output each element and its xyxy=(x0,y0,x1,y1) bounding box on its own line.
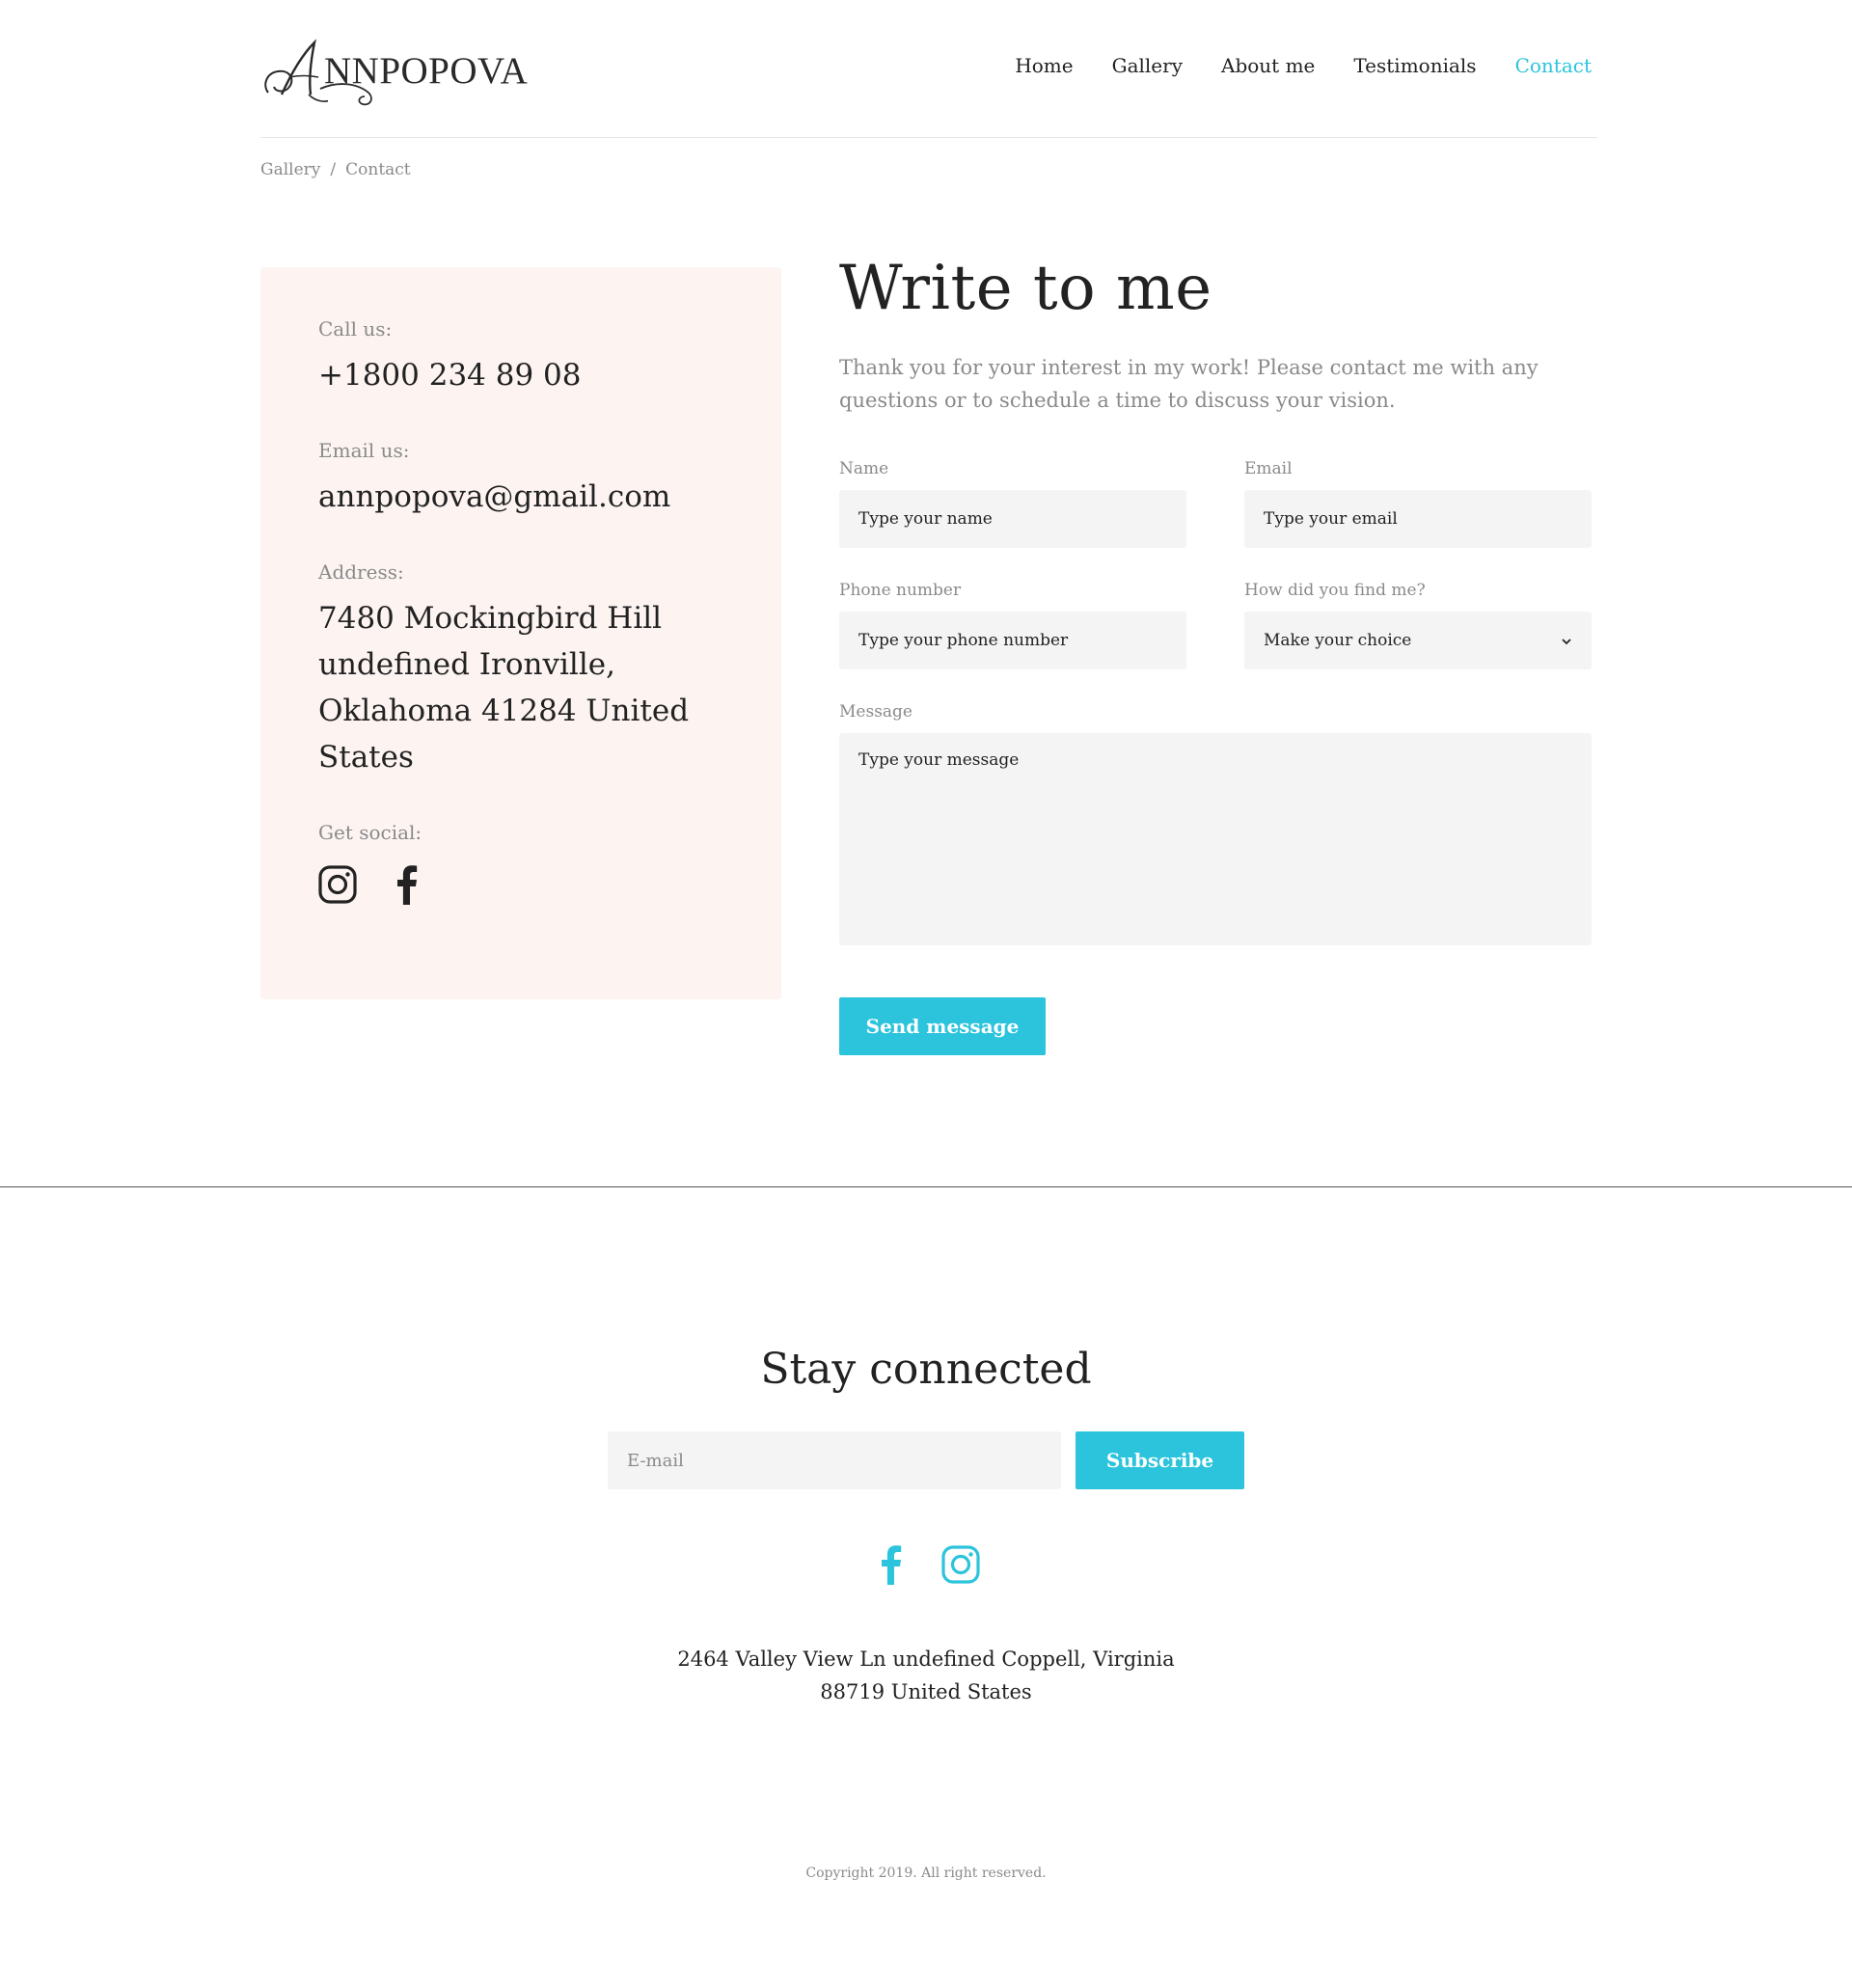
instagram-icon[interactable] xyxy=(318,863,357,906)
name-input[interactable] xyxy=(839,490,1186,548)
footer-social-links xyxy=(0,1543,1852,1586)
instagram-icon[interactable] xyxy=(940,1543,981,1586)
address-block: Address: 7480 Mockingbird Hill undefined… xyxy=(318,560,781,780)
nav-testimonials[interactable]: Testimonials xyxy=(1353,54,1476,77)
card-social-links xyxy=(318,863,781,906)
newsletter-email-input[interactable] xyxy=(608,1431,1061,1489)
phone-field-group: Phone number xyxy=(839,581,1186,669)
contact-form-section: Write to me Thank you for your interest … xyxy=(839,253,1592,1055)
newsletter-form: Subscribe xyxy=(608,1431,1244,1489)
send-message-button[interactable]: Send message xyxy=(839,997,1046,1055)
logo-flourish-icon xyxy=(319,83,372,106)
site-logo[interactable]: NNPOPOVA xyxy=(260,35,528,112)
message-field-group: Message xyxy=(839,702,1592,949)
nav-gallery[interactable]: Gallery xyxy=(1112,54,1183,77)
source-label: How did you find me? xyxy=(1244,581,1426,600)
phone-value[interactable]: +1800 234 89 08 xyxy=(318,352,781,398)
message-label: Message xyxy=(839,702,912,722)
address-value: 7480 Mockingbird Hill undefined Ironvill… xyxy=(318,601,690,775)
phone-label: Call us: xyxy=(318,317,393,340)
footer-address-line1: 2464 Valley View Ln undefined Coppell, V… xyxy=(677,1648,1175,1671)
address-label: Address: xyxy=(318,560,404,584)
source-select-value: Make your choice xyxy=(1264,631,1412,650)
social-block: Get social: xyxy=(318,821,781,906)
form-title: Write to me xyxy=(839,253,1212,324)
nav-contact[interactable]: Contact xyxy=(1515,54,1592,77)
phone-block: Call us: +1800 234 89 08 xyxy=(318,317,781,398)
contact-form: Name Email Phone number How did you find… xyxy=(839,459,1592,949)
nav-about-me[interactable]: About me xyxy=(1221,54,1315,77)
stay-connected-title: Stay connected xyxy=(760,1345,1092,1394)
footer-divider xyxy=(0,1186,1852,1187)
name-field-group: Name xyxy=(839,459,1186,548)
breadcrumb-separator: / xyxy=(330,160,337,179)
facebook-icon[interactable] xyxy=(871,1543,912,1586)
source-field-group: How did you find me? Make your choice xyxy=(1244,581,1592,669)
nav-home[interactable]: Home xyxy=(1015,54,1073,77)
main-nav: Home Gallery About me Testimonials Conta… xyxy=(976,54,1592,77)
email-input[interactable] xyxy=(1244,490,1592,548)
source-select[interactable]: Make your choice xyxy=(1244,612,1592,669)
footer-address: 2464 Valley View Ln undefined Coppell, V… xyxy=(637,1643,1215,1708)
form-intro: Thank you for your interest in my work! … xyxy=(839,356,1539,412)
footer-address-line2: 88719 United States xyxy=(820,1680,1032,1703)
message-textarea[interactable] xyxy=(839,733,1592,945)
email-block: Email us: annpopova@gmail.com xyxy=(318,439,781,520)
subscribe-button[interactable]: Subscribe xyxy=(1076,1431,1244,1489)
contact-info-card: Call us: +1800 234 89 08 Email us: annpo… xyxy=(260,267,781,999)
name-label: Name xyxy=(839,459,889,478)
breadcrumb-gallery[interactable]: Gallery xyxy=(260,160,320,179)
breadcrumb-contact[interactable]: Contact xyxy=(345,160,411,179)
chevron-down-icon xyxy=(1561,631,1572,650)
copyright-text: Copyright 2019. All right reserved. xyxy=(805,1865,1047,1881)
phone-field-label: Phone number xyxy=(839,581,962,600)
phone-input[interactable] xyxy=(839,612,1186,669)
social-label: Get social: xyxy=(318,821,422,844)
email-label: Email us: xyxy=(318,439,410,462)
email-field-label: Email xyxy=(1244,459,1293,478)
breadcrumb: Gallery / Contact xyxy=(260,160,411,179)
facebook-icon[interactable] xyxy=(388,863,426,906)
email-value[interactable]: annpopova@gmail.com xyxy=(318,474,781,520)
site-header: NNPOPOVA Home Gallery About me Testimoni… xyxy=(260,0,1597,138)
email-field-group: Email xyxy=(1244,459,1592,548)
